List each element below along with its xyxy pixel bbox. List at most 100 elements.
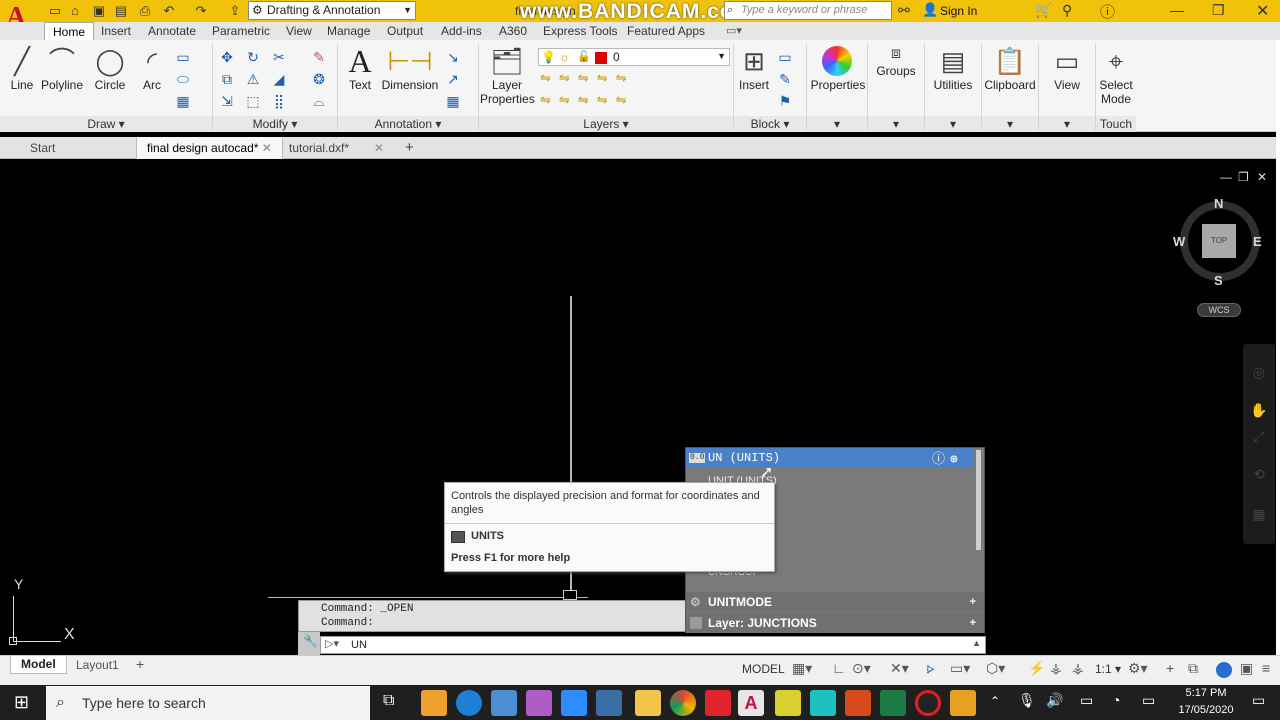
search-input[interactable]: ⌕ Type a keyword or phrase [724,1,892,20]
new-tab-plus-icon[interactable]: + [405,137,414,159]
doc-tab-start[interactable]: Start [30,137,55,159]
new-icon[interactable]: ▭ [46,2,64,20]
draw-panel-title[interactable]: Draw ▾ [0,116,212,132]
layer-tools-row-2[interactable]: ⇋⇋⇋⇋⇋ [540,92,634,108]
dimension-tool[interactable]: ⊢⊣ Dimension [380,44,440,92]
layer-properties-tool[interactable]: 🗂 Layer Properties [480,44,535,106]
create-block-icon[interactable]: ▭ [776,48,794,66]
table-icon[interactable]: ▦ [444,92,462,110]
show-hidden-icons[interactable]: ⌃ [990,694,1000,708]
layer-dropdown[interactable]: 💡 ☼ 🔓 0 ▼ [538,48,730,66]
open-icon[interactable]: ⌂ [66,2,84,20]
workspace-dropdown[interactable]: ⚙ Drafting & Annotation ▼ [248,1,416,20]
task-view-icon[interactable]: ⧉ [383,692,394,710]
autocad-taskbar-icon[interactable]: A [738,690,764,716]
pan-icon[interactable]: ✋ [1249,400,1269,420]
sign-in-link[interactable]: Sign In [940,4,977,18]
compass-north[interactable]: N [1214,196,1223,211]
osnap-icon[interactable]: ✕▾ [890,660,909,677]
app-icon[interactable] [526,690,552,716]
help-icon[interactable]: ⓘ [932,450,945,470]
tab-view[interactable]: View [286,22,312,40]
battery-icon[interactable]: ▭ [1080,692,1093,709]
clipboard-panel-expander[interactable]: ▾ [982,116,1038,132]
ellipse-icon[interactable]: ⬭ [174,70,192,88]
clock-time[interactable]: 5:17 PM [1176,687,1236,699]
search-online-icon[interactable]: ⊛ [950,450,958,470]
stretch-icon[interactable]: ⇲ [218,92,236,110]
edge-icon[interactable] [456,690,482,716]
layers-panel-title[interactable]: Layers ▾ [479,116,733,132]
isolate-objects-icon[interactable]: ⧉ [1188,660,1198,677]
showmotion-icon[interactable]: ▦ [1249,504,1269,524]
compass-west[interactable]: W [1173,234,1185,249]
block-attribute-icon[interactable]: ⚑ [776,92,794,110]
annotation-visibility-icon[interactable]: ⚡ [1028,660,1045,677]
share-icon[interactable]: ⇪ [226,2,244,20]
rotate-icon[interactable]: ↻ [244,48,262,66]
array-icon[interactable]: ⣿ [270,92,288,110]
tab-featured-apps[interactable]: Featured Apps [627,22,705,40]
tab-insert[interactable]: Insert [101,22,131,40]
layer-tools-row-1[interactable]: ⇋⇋⇋⇋⇋ [540,70,634,86]
annotation-scale-icon[interactable]: ⚶ [1072,660,1084,677]
doc-tab-tutorial[interactable]: tutorial.dxf* [289,137,349,159]
groups-tool[interactable]: ⧈ Groups [868,44,924,78]
windows-start-icon[interactable]: ⊞ [14,692,29,713]
record-icon[interactable] [915,690,941,716]
lineweight-icon[interactable]: ▭▾ [950,660,970,677]
polar-icon[interactable]: ⊙▾ [852,660,871,677]
history-up-icon[interactable]: ▲ [972,638,981,648]
keyboard-icon[interactable]: ▭ [1142,692,1155,709]
hatch-icon[interactable]: ▦ [174,92,192,110]
undo-icon[interactable]: ↶ [160,2,178,20]
app-icon[interactable] [775,690,801,716]
viewport-close-icon[interactable]: ✕ [1257,170,1267,184]
steering-wheel-icon[interactable]: ◎ [1249,362,1269,382]
close-icon[interactable]: ✕ [374,137,384,159]
fillet-icon[interactable]: ◢ [270,70,288,88]
close-button[interactable]: ✕ [1256,1,1269,21]
groups-panel-expander[interactable]: ▾ [868,116,924,132]
orbit-icon[interactable]: ⟲ [1249,464,1269,484]
multileader-icon[interactable]: ↗ [444,70,462,88]
expand-plus-icon[interactable]: + [970,613,976,633]
mirror-icon[interactable]: ⚠ [244,70,262,88]
tab-home[interactable]: Home [44,22,95,40]
clean-screen-icon[interactable]: ▣ [1240,660,1253,677]
move-icon[interactable]: ✥ [218,48,236,66]
excel-icon[interactable] [880,690,906,716]
app-icon[interactable] [950,690,976,716]
hardware-acceleration-icon[interactable] [1216,662,1232,678]
cart-icon[interactable]: 🛒 [1035,2,1052,19]
plot-icon[interactable]: ⎙ [136,2,154,20]
binoculars-icon[interactable]: ⚯ [898,2,910,19]
zoom-icon[interactable]: ⤢ [1249,426,1269,446]
workspace-switch-gear-icon[interactable]: ⚙▾ [1128,660,1148,677]
expand-plus-icon[interactable]: + [970,592,976,612]
erase-icon[interactable]: ✎ [310,48,328,66]
view-panel-expander[interactable]: ▾ [1039,116,1095,132]
viewport-minimize-icon[interactable]: — [1220,170,1232,184]
annotation-panel-title[interactable]: Annotation ▾ [338,116,478,132]
autoscale-icon[interactable]: ⚶ [1050,660,1062,677]
app-icon[interactable] [491,690,517,716]
copy-icon[interactable]: ⧉ [218,70,236,88]
arc-tool[interactable]: ◜ Arc [134,44,170,92]
properties-panel-expander[interactable]: ▾ [807,116,867,132]
taskbar-search-input[interactable]: ⌕ Type here to search [46,686,370,720]
tab-express-tools[interactable]: Express Tools [543,22,617,40]
viewcube-top-face[interactable]: TOP [1202,224,1236,258]
customize-wrench-icon[interactable]: 🔧 [303,634,318,648]
ortho-icon[interactable]: ∟ [832,660,846,676]
autocomplete-row-layer[interactable]: Layer: JUNCTIONS + [686,613,984,633]
wifi-icon[interactable]: ◔ [1112,692,1120,708]
microphone-icon[interactable]: 🎙 [1018,692,1036,709]
trim-icon[interactable]: ✂ [270,48,288,66]
polyline-tool[interactable]: ⌒ Polyline [40,44,84,92]
tab-add-ins[interactable]: Add-ins [441,22,482,40]
app-icon[interactable] [596,690,622,716]
drawing-horizontal-line[interactable] [268,597,588,598]
text-tool[interactable]: A Text [340,44,380,92]
network-icon[interactable]: ⚲ [1062,2,1072,19]
